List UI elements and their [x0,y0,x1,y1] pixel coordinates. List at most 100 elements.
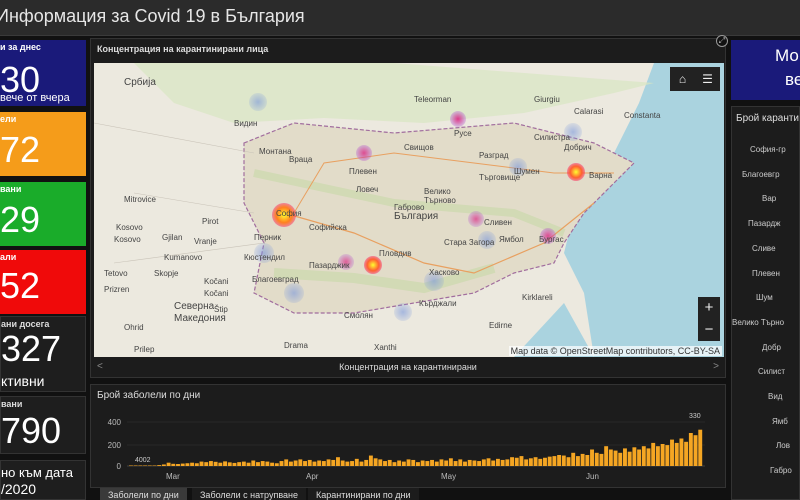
bar[interactable] [627,451,632,466]
bar[interactable] [284,459,289,466]
list-icon[interactable]: ☰ [695,67,720,91]
zoom-in-button[interactable]: + [698,297,720,319]
bar[interactable] [293,460,298,467]
bar[interactable] [157,465,162,466]
bar[interactable] [265,461,270,466]
home-icon[interactable]: ⌂ [670,67,695,91]
bar[interactable] [392,462,397,466]
bar[interactable] [580,453,585,466]
bar[interactable] [538,458,543,466]
bar[interactable] [176,464,180,466]
next-button[interactable]: > [713,361,719,372]
bar[interactable] [698,429,703,466]
bar[interactable] [674,442,679,466]
prev-button[interactable]: < [97,361,103,372]
bar[interactable] [439,459,444,466]
bar[interactable] [171,463,176,466]
bar[interactable] [161,464,166,466]
bar[interactable] [378,459,383,466]
bar[interactable] [260,461,265,466]
bar[interactable] [637,449,642,467]
bar[interactable] [632,447,637,466]
bar[interactable] [129,465,133,467]
bar[interactable] [307,459,312,466]
bar[interactable] [241,461,246,466]
tab-cases-cumulative[interactable]: Заболели с натрупване [192,488,306,500]
bar[interactable] [359,461,364,466]
bar[interactable] [505,459,510,466]
bar[interactable] [552,456,557,466]
bar[interactable] [693,435,698,466]
bar[interactable] [655,446,660,466]
bar[interactable] [166,462,171,466]
bar[interactable] [185,463,190,466]
bar[interactable] [190,462,195,466]
bar[interactable] [543,457,547,466]
bar[interactable] [232,462,237,466]
bar[interactable] [524,459,529,466]
bar[interactable] [444,460,449,467]
bar[interactable] [575,456,580,466]
bar[interactable] [491,460,496,467]
bar[interactable] [533,457,538,466]
bar[interactable] [340,460,345,467]
bar[interactable] [495,458,500,466]
bar[interactable] [458,459,463,466]
map-attribution[interactable]: Map data © OpenStreetMap contributors, C… [508,346,722,356]
bar[interactable] [608,449,613,467]
bar[interactable] [571,452,576,466]
bar[interactable] [557,455,562,466]
bar[interactable] [688,433,693,466]
bar[interactable] [613,450,618,466]
bar[interactable] [274,463,279,466]
bar[interactable] [199,461,204,466]
bar[interactable] [133,465,138,467]
bar[interactable] [604,446,609,466]
bar[interactable] [303,461,307,466]
bar[interactable] [251,460,256,467]
bar[interactable] [345,461,350,466]
bar[interactable] [321,461,326,466]
bar[interactable] [152,465,157,467]
bar[interactable] [420,460,425,467]
bar[interactable] [566,457,571,466]
expand-icon[interactable]: ⤢ [716,35,728,47]
bar[interactable] [651,442,656,466]
bar[interactable] [383,461,387,466]
bar[interactable] [373,458,378,466]
bar[interactable] [486,458,491,466]
heat-map[interactable]: Србија Teleorman Giurgiu Calarasi Consta… [94,63,724,357]
bar[interactable] [481,459,486,466]
bar[interactable] [288,461,293,466]
bar[interactable] [138,465,143,467]
bar[interactable] [326,459,331,466]
bar[interactable] [368,455,373,466]
bar[interactable] [514,457,519,466]
bar[interactable] [256,462,260,466]
bar[interactable] [246,462,251,466]
bar[interactable] [665,445,670,466]
bar[interactable] [204,462,209,466]
bar[interactable] [448,458,453,466]
bar[interactable] [500,459,505,466]
bar[interactable] [463,461,467,466]
bar[interactable] [180,463,185,466]
bar[interactable] [336,457,340,466]
bar[interactable] [298,459,303,466]
bar-chart[interactable]: 400 200 0 Mar Apr May Jun 4002 330 [91,403,725,489]
bar[interactable] [331,459,336,466]
bar[interactable] [416,462,420,466]
bar[interactable] [317,460,322,467]
bar[interactable] [519,456,524,466]
bar[interactable] [270,462,275,466]
bar[interactable] [194,463,199,466]
bar[interactable] [223,461,227,466]
bar[interactable] [660,444,665,466]
bar[interactable] [350,461,355,466]
tab-quarantined-daily[interactable]: Карантинирани по дни [308,488,419,500]
bar[interactable] [453,461,458,466]
bar[interactable] [547,456,552,466]
bar[interactable] [467,459,472,466]
bar[interactable] [237,462,242,466]
bar[interactable] [387,459,392,466]
